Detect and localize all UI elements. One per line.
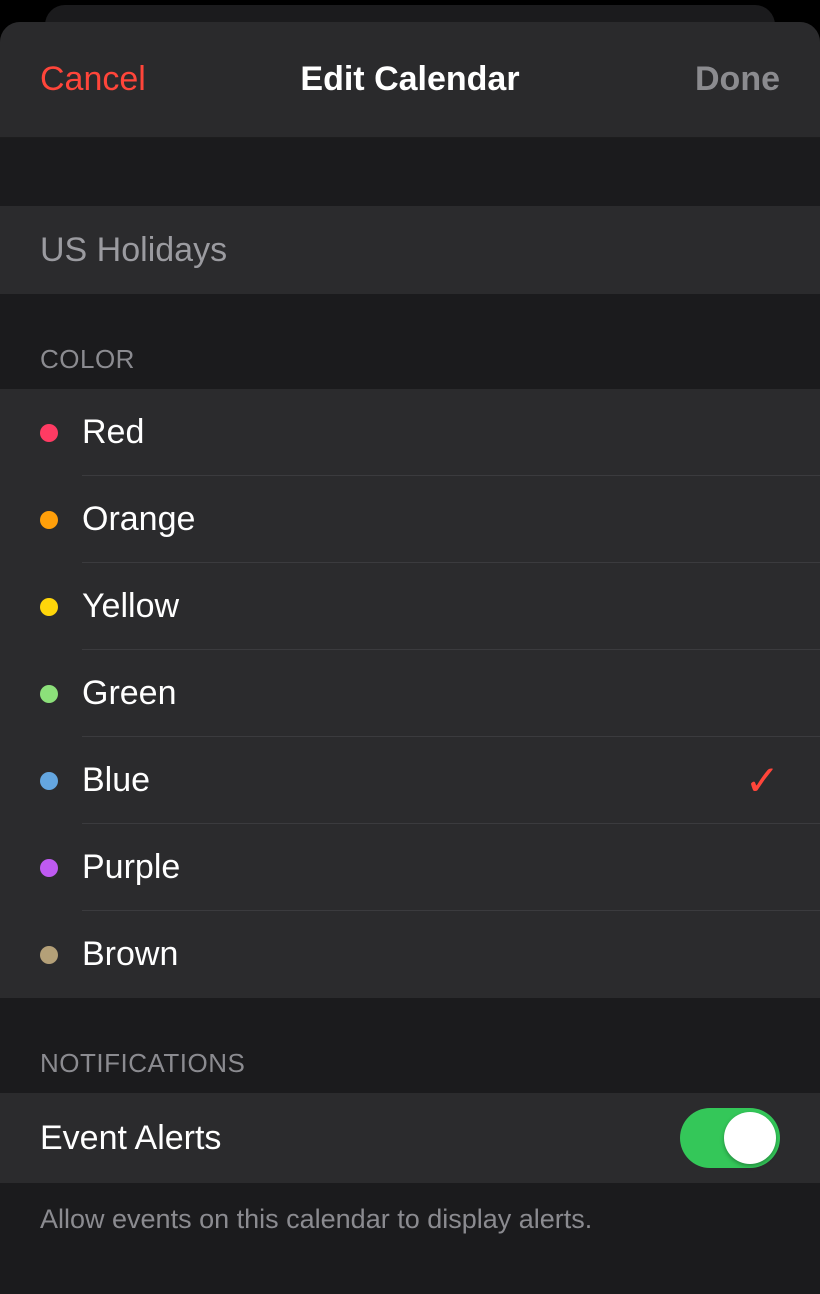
- color-label: Purple: [82, 848, 820, 887]
- page-title: Edit Calendar: [300, 60, 519, 99]
- color-label: Red: [82, 413, 820, 452]
- event-alerts-row: Event Alerts: [0, 1093, 820, 1183]
- color-row-green[interactable]: Green: [0, 650, 820, 737]
- notifications-section-header: NOTIFICATIONS: [0, 998, 820, 1093]
- spacer: [0, 138, 820, 206]
- color-dot-icon: [40, 859, 58, 877]
- color-dot-icon: [40, 685, 58, 703]
- cancel-button[interactable]: Cancel: [40, 60, 146, 99]
- edit-calendar-sheet: Cancel Edit Calendar Done US Holidays CO…: [0, 22, 820, 1294]
- calendar-name-value: US Holidays: [40, 231, 227, 270]
- color-dot-icon: [40, 511, 58, 529]
- color-row-orange[interactable]: Orange: [0, 476, 820, 563]
- color-label: Orange: [82, 500, 820, 539]
- color-dot-icon: [40, 946, 58, 964]
- color-label: Green: [82, 674, 820, 713]
- color-list: Red Orange Yellow Green Blue✓ Purple Brown: [0, 389, 820, 998]
- color-dot-icon: [40, 424, 58, 442]
- color-row-red[interactable]: Red: [0, 389, 820, 476]
- color-dot-icon: [40, 598, 58, 616]
- color-row-brown[interactable]: Brown: [0, 911, 820, 998]
- content-scroll[interactable]: US Holidays COLOR Red Orange Yellow Green Bl…: [0, 138, 820, 1239]
- color-row-blue[interactable]: Blue✓: [0, 737, 820, 824]
- color-row-purple[interactable]: Purple: [0, 824, 820, 911]
- navbar: Cancel Edit Calendar Done: [0, 22, 820, 138]
- calendar-name-row[interactable]: US Holidays: [0, 206, 820, 294]
- checkmark-icon: ✓: [745, 756, 780, 805]
- color-dot-icon: [40, 772, 58, 790]
- color-label: Blue: [82, 761, 745, 800]
- done-button[interactable]: Done: [695, 60, 780, 99]
- notifications-list: Event Alerts: [0, 1093, 820, 1183]
- toggle-knob: [724, 1112, 776, 1164]
- color-section-header: COLOR: [0, 294, 820, 389]
- color-label: Brown: [82, 935, 820, 974]
- color-label: Yellow: [82, 587, 820, 626]
- event-alerts-toggle[interactable]: [680, 1108, 780, 1168]
- event-alerts-label: Event Alerts: [40, 1119, 221, 1158]
- color-row-yellow[interactable]: Yellow: [0, 563, 820, 650]
- notifications-footer: Allow events on this calendar to display…: [0, 1183, 820, 1239]
